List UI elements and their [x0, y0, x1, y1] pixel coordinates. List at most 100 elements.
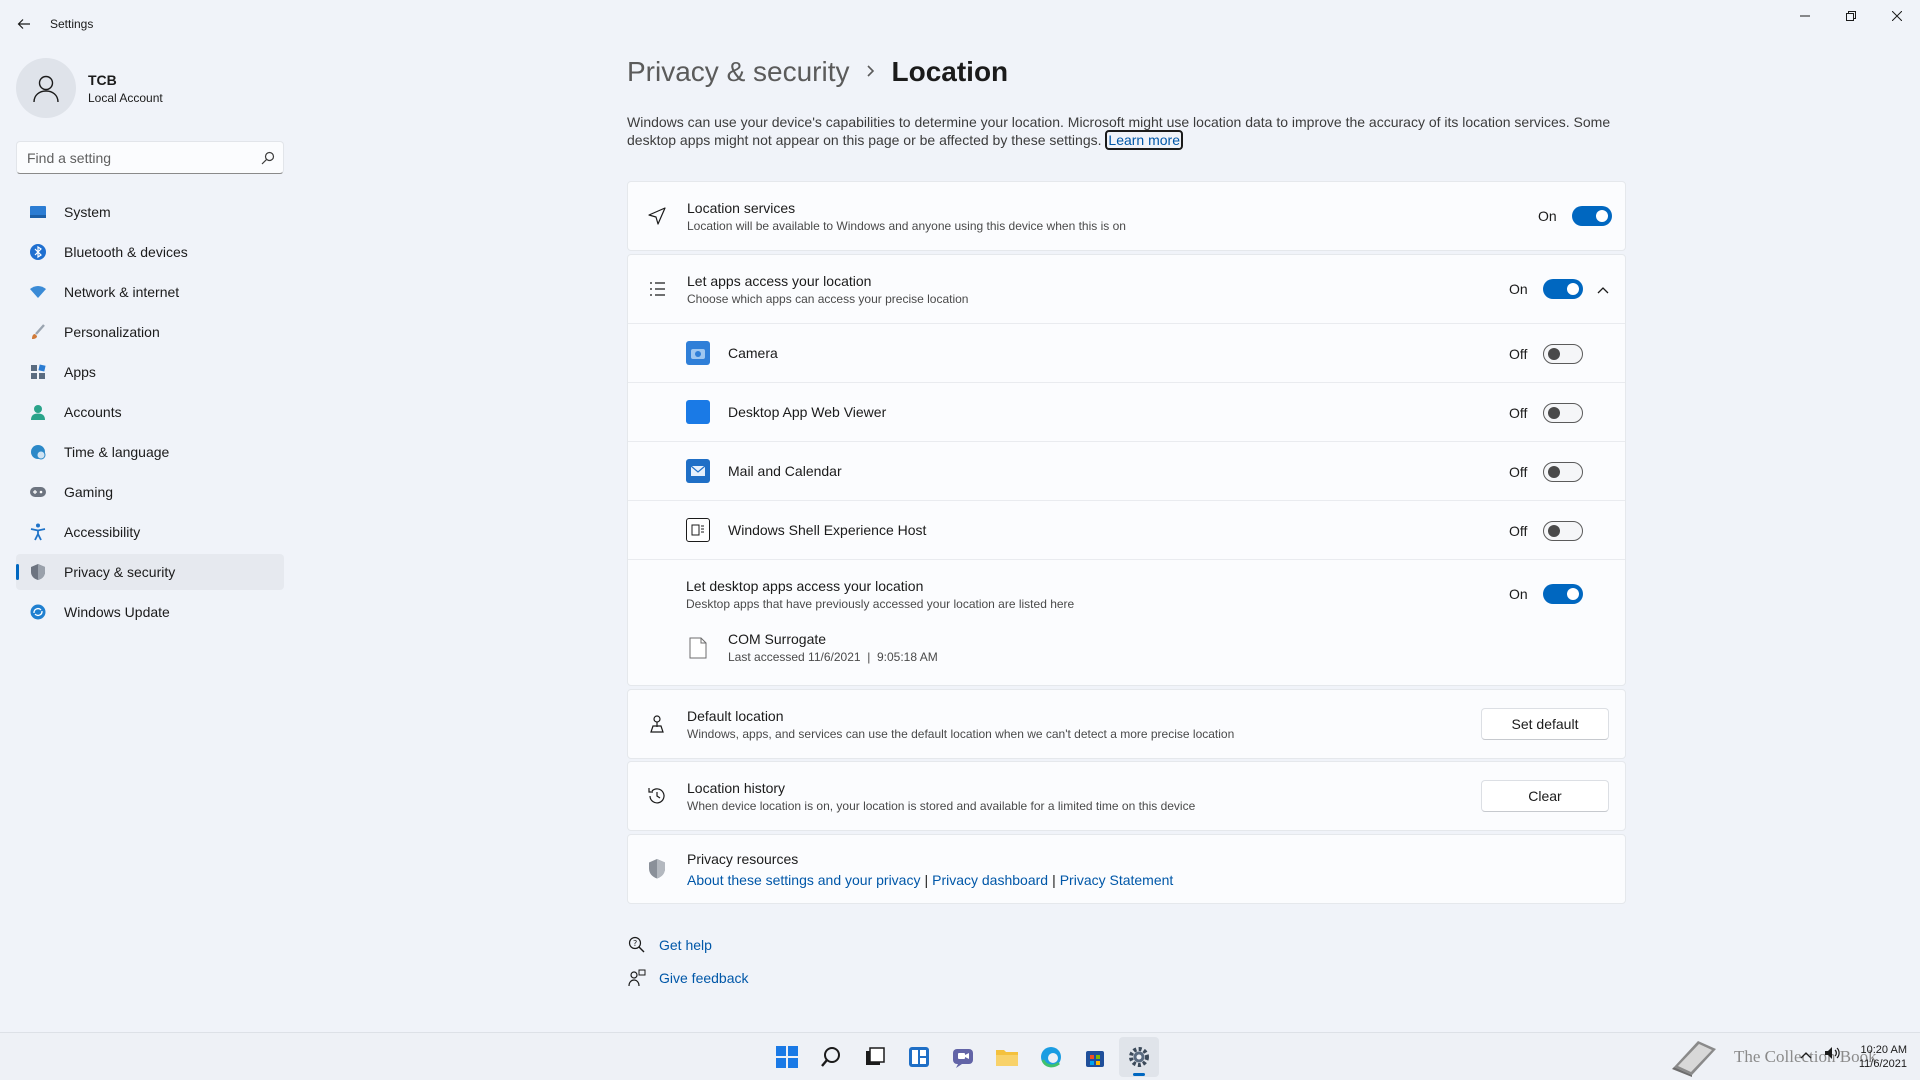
location-services-toggle[interactable]: [1572, 206, 1612, 226]
web-viewer-location-toggle[interactable]: [1543, 403, 1583, 423]
clear-history-button[interactable]: Clear: [1481, 780, 1609, 812]
location-history-card: Location history When device location is…: [627, 761, 1626, 831]
chevron-up-icon[interactable]: [1596, 282, 1610, 300]
desktop-apps-state: On: [1509, 586, 1528, 602]
set-default-button[interactable]: Set default: [1481, 708, 1609, 740]
feedback-icon: [627, 968, 647, 988]
search-input[interactable]: [17, 149, 253, 166]
book-icon: [1672, 1041, 1716, 1077]
give-feedback-link[interactable]: Give feedback: [627, 968, 749, 988]
app-name: Mail and Calendar: [728, 463, 842, 479]
update-icon: [28, 602, 48, 622]
get-help-label: Get help: [659, 937, 712, 953]
sidebar-item-personalization[interactable]: Personalization: [16, 314, 284, 350]
taskbar-search-button[interactable]: [811, 1037, 851, 1077]
sidebar-item-label: Personalization: [64, 324, 160, 340]
sidebar-item-accounts[interactable]: Accounts: [16, 394, 284, 430]
location-history-title: Location history: [687, 779, 786, 796]
system-icon: [28, 202, 48, 222]
file-explorer-button[interactable]: [987, 1037, 1027, 1077]
back-button[interactable]: [14, 14, 34, 34]
sidebar-item-label: Privacy & security: [64, 564, 176, 580]
minimize-button[interactable]: [1782, 0, 1828, 32]
taskbar: The Collection Book 10:20 AM 11/6/2021: [0, 1032, 1920, 1080]
mail-icon: [686, 459, 710, 483]
toggle-knob: [1548, 525, 1560, 537]
mail-location-toggle[interactable]: [1543, 462, 1583, 482]
close-button[interactable]: [1874, 0, 1920, 32]
widgets-button[interactable]: [899, 1037, 939, 1077]
get-help-link[interactable]: ? Get help: [627, 935, 712, 955]
app-toggle-state: Off: [1509, 346, 1528, 362]
start-button[interactable]: [767, 1037, 807, 1077]
privacy-resources-title: Privacy resources: [687, 850, 799, 867]
task-view-button[interactable]: [855, 1037, 895, 1077]
app-toggle-state: Off: [1509, 523, 1528, 539]
default-location-card: Default location Windows, apps, and serv…: [627, 689, 1626, 759]
taskbar-clock[interactable]: 10:20 AM 11/6/2021: [1855, 1043, 1907, 1071]
sidebar-item-label: Accessibility: [64, 524, 141, 540]
chevron-up-icon[interactable]: [1800, 1048, 1812, 1062]
sidebar-item-label: Bluetooth & devices: [64, 244, 188, 260]
app-access-toggle[interactable]: [1543, 279, 1583, 299]
avatar: [16, 58, 76, 118]
sidebar-item-privacy-security[interactable]: Privacy & security: [16, 554, 284, 590]
default-location-title: Default location: [687, 707, 784, 724]
sidebar-item-windows-update[interactable]: Windows Update: [16, 594, 284, 630]
sidebar-item-time-language[interactable]: Time & language: [16, 434, 284, 470]
desktop-app-name: COM Surrogate: [728, 631, 827, 647]
app-access-state: On: [1509, 281, 1528, 297]
widgets-icon: [909, 1047, 929, 1067]
sidebar-item-label: System: [64, 204, 111, 220]
app-access-header[interactable]: Let apps access your location Choose whi…: [628, 255, 1625, 323]
restore-button[interactable]: [1828, 0, 1874, 32]
about-privacy-link[interactable]: About these settings and your privacy: [687, 872, 920, 888]
toggle-knob: [1567, 283, 1579, 295]
sidebar-item-network[interactable]: Network & internet: [16, 274, 284, 310]
task-view-icon: [866, 1047, 885, 1065]
privacy-resources-card: Privacy resources About these settings a…: [627, 834, 1626, 904]
sidebar-item-accessibility[interactable]: Accessibility: [16, 514, 284, 550]
learn-more-link[interactable]: Learn more: [1105, 130, 1183, 150]
sidebar-nav: System Bluetooth & devices Network & int…: [16, 194, 284, 634]
clock-date: 11/6/2021: [1858, 1058, 1907, 1070]
microsoft-store-button[interactable]: [1075, 1037, 1115, 1077]
search-icon: [821, 1047, 840, 1067]
camera-location-toggle[interactable]: [1543, 344, 1583, 364]
clock-time: 10:20 AM: [1860, 1044, 1907, 1056]
restore-icon: [1846, 11, 1856, 21]
breadcrumb-parent-link[interactable]: Privacy & security: [627, 56, 850, 88]
sidebar-item-system[interactable]: System: [16, 194, 284, 230]
user-profile[interactable]: TCB Local Account: [16, 58, 163, 118]
search-icon[interactable]: [253, 151, 283, 165]
app-access-card: Let apps access your location Choose whi…: [627, 254, 1626, 686]
app-toggle-state: Off: [1509, 405, 1528, 421]
shell-host-location-toggle[interactable]: [1543, 521, 1583, 541]
title-bar: Settings: [0, 0, 1920, 48]
privacy-statement-link[interactable]: Privacy Statement: [1060, 872, 1174, 888]
app-name: Windows Shell Experience Host: [728, 522, 927, 538]
help-search-icon: ?: [627, 935, 647, 955]
settings-app-button[interactable]: [1119, 1037, 1159, 1077]
edge-browser-button[interactable]: [1031, 1037, 1071, 1077]
sidebar-item-gaming[interactable]: Gaming: [16, 474, 284, 510]
app-row-camera: Camera Off: [628, 323, 1625, 382]
sidebar-item-label: Time & language: [64, 444, 170, 460]
minimize-icon: [1800, 15, 1810, 17]
app-access-subtitle: Choose which apps can access your precis…: [687, 291, 969, 306]
toggle-knob: [1596, 210, 1608, 222]
sidebar-item-apps[interactable]: Apps: [16, 354, 284, 390]
desktop-apps-toggle[interactable]: [1543, 584, 1583, 604]
chevron-right-icon: [866, 61, 876, 84]
profile-name: TCB: [88, 71, 117, 88]
speaker-icon[interactable]: [1824, 1046, 1842, 1063]
give-feedback-label: Give feedback: [659, 970, 749, 986]
desktop-apps-subtitle: Desktop apps that have previously access…: [686, 597, 1075, 611]
toggle-knob: [1548, 348, 1560, 360]
privacy-dashboard-link[interactable]: Privacy dashboard: [932, 872, 1048, 888]
sidebar-item-bluetooth[interactable]: Bluetooth & devices: [16, 234, 284, 270]
location-history-subtitle: When device location is on, your locatio…: [687, 798, 1196, 813]
arrow-left-icon: [17, 19, 30, 29]
teams-chat-button[interactable]: [943, 1037, 983, 1077]
app-tile-icon: [686, 400, 710, 424]
